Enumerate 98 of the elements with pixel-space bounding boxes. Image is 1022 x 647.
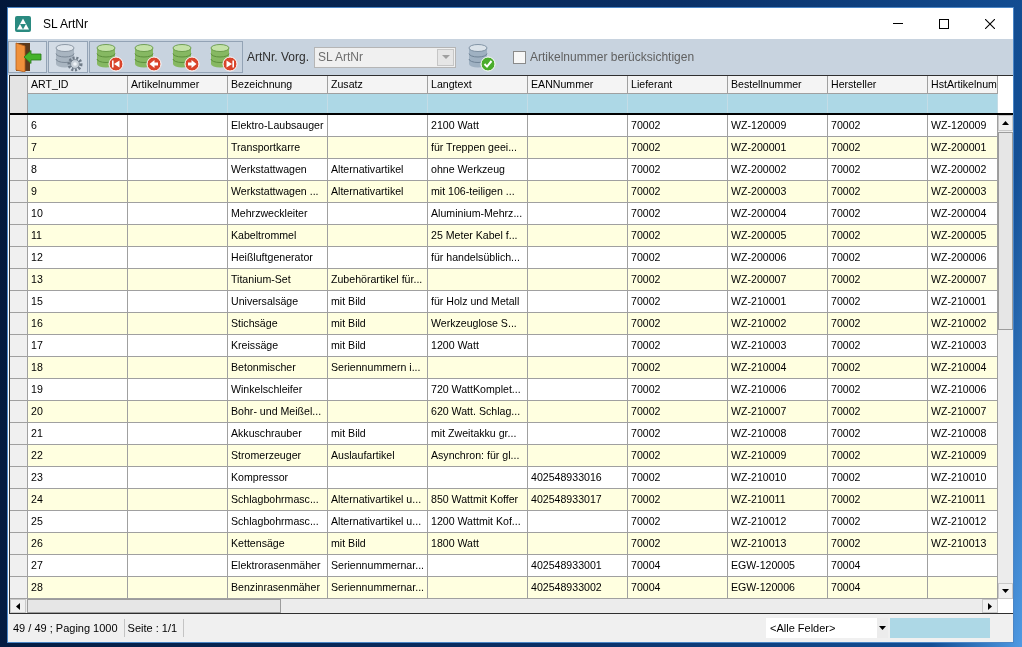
column-header[interactable]: EANNummer bbox=[528, 76, 628, 93]
column-header[interactable]: Langtext bbox=[428, 76, 528, 93]
database-gear-icon bbox=[53, 42, 83, 72]
row-header-cell[interactable] bbox=[10, 115, 28, 137]
filter-field[interactable] bbox=[828, 94, 928, 113]
scroll-right-button[interactable] bbox=[982, 599, 998, 613]
down-arrow-icon bbox=[1002, 589, 1009, 593]
row-header-cell[interactable] bbox=[10, 357, 28, 379]
table-row[interactable]: 8 Werkstattwagen Alternativartikel ohne Werkzeug 70002 WZ-200002 70002 WZ-200002 bbox=[10, 159, 998, 181]
database-left-arrow-icon[interactable] bbox=[132, 42, 162, 72]
filter-field[interactable] bbox=[628, 94, 728, 113]
filter-field[interactable] bbox=[128, 94, 228, 113]
caret-icon bbox=[879, 626, 886, 630]
column-header[interactable]: Hersteller bbox=[828, 76, 928, 93]
row-header-cell[interactable] bbox=[10, 203, 28, 225]
page-indicator: Seite : 1/1 bbox=[124, 619, 185, 637]
column-header[interactable]: HstArtikelnum bbox=[928, 76, 998, 93]
table-row[interactable]: 21 Akkuschrauber mit Bild mit Zweitakku gr... 70002 WZ-210008 70002 WZ-210008 bbox=[10, 423, 998, 445]
row-header-cell[interactable] bbox=[10, 379, 28, 401]
column-header[interactable]: Bezeichnung bbox=[228, 76, 328, 93]
exit-button[interactable] bbox=[8, 41, 47, 73]
table-row[interactable]: 9 Werkstattwagen ... Alternativartikel mit 106-teiligen ... 70002 WZ-200003 70002 WZ-200003 bbox=[10, 181, 998, 203]
row-header-cell[interactable] bbox=[10, 445, 28, 467]
row-header-cell[interactable] bbox=[10, 181, 28, 203]
row-header-cell[interactable] bbox=[10, 313, 28, 335]
row-header-cell[interactable] bbox=[10, 269, 28, 291]
table-row[interactable]: 19 Winkelschleifer 720 WattKomplet... 70002 WZ-210006 70002 WZ-210006 bbox=[10, 379, 998, 401]
up-arrow-icon bbox=[1002, 121, 1009, 125]
window-title: SL ArtNr bbox=[43, 16, 88, 31]
filter-field[interactable] bbox=[28, 94, 128, 113]
table-row[interactable]: 15 Universalsäge mit Bild für Holz und Metall 70002 WZ-210001 70002 WZ-210001 bbox=[10, 291, 998, 313]
table-row[interactable]: 22 Stromerzeuger Auslaufartikel Asynchron: für gl... 70002 WZ-210009 70002 WZ-210009 bbox=[10, 445, 998, 467]
left-arrow-icon bbox=[16, 602, 20, 610]
scrollbar-thumb[interactable] bbox=[27, 599, 281, 613]
table-row[interactable]: 24 Schlagbohrmasc... Alternativartikel u... 850 Wattmit Koffer 402548933017 70002 WZ-210011 70002 WZ-210011 bbox=[10, 489, 998, 511]
column-header[interactable]: Artikelnummer bbox=[128, 76, 228, 93]
row-header-cell[interactable] bbox=[10, 489, 28, 511]
table-row[interactable]: 11 Kabeltrommel 25 Meter Kabel f... 70002 WZ-200005 70002 WZ-200005 bbox=[10, 225, 998, 247]
table-row[interactable]: 7 Transportkarre für Treppen geei... 70002 WZ-200001 70002 WZ-200001 bbox=[10, 137, 998, 159]
record-count: 49 / 49 ; Paging 1000 bbox=[10, 619, 125, 637]
row-header-cell[interactable] bbox=[10, 577, 28, 599]
row-header-cell[interactable] bbox=[10, 555, 28, 577]
column-header[interactable]: Bestellnummer bbox=[728, 76, 828, 93]
caret-icon bbox=[441, 55, 450, 59]
row-header-cell[interactable] bbox=[10, 335, 28, 357]
table-row[interactable]: 26 Kettensäge mit Bild 1800 Watt 70002 WZ-210013 70002 WZ-210013 bbox=[10, 533, 998, 555]
row-header-cell[interactable] bbox=[10, 247, 28, 269]
row-header-cell[interactable] bbox=[10, 291, 28, 313]
table-row[interactable]: 28 Benzinrasenmäher Seriennummernar... 402548933002 70004 EGW-120006 70004 bbox=[10, 577, 998, 599]
database-skip-back-icon[interactable] bbox=[94, 42, 124, 72]
filter-field[interactable] bbox=[228, 94, 328, 113]
scrollbar-thumb[interactable] bbox=[998, 132, 1013, 330]
table-row[interactable]: 27 Elektrorasenmäher Seriennummernar... 402548933001 70004 EGW-120005 70004 bbox=[10, 555, 998, 577]
row-header-cell[interactable] bbox=[10, 511, 28, 533]
column-header[interactable]: Zusatz bbox=[328, 76, 428, 93]
table-row[interactable]: 20 Bohr- und Meißel... 620 Watt. Schlag... 70002 WZ-210007 70002 WZ-210007 bbox=[10, 401, 998, 423]
row-header-cell[interactable] bbox=[10, 401, 28, 423]
table-row[interactable]: 25 Schlagbohrmasc... Alternativartikel u... 1200 Wattmit Kof... 70002 WZ-210012 70002 WZ-210012 bbox=[10, 511, 998, 533]
filter-field[interactable] bbox=[928, 94, 998, 113]
table-row[interactable]: 12 Heißluftgenerator für handelsüblich... 70002 WZ-200006 70002 WZ-200006 bbox=[10, 247, 998, 269]
scroll-up-button[interactable] bbox=[998, 115, 1013, 131]
row-header-cell[interactable] bbox=[10, 137, 28, 159]
filter-field[interactable] bbox=[528, 94, 628, 113]
maximize-icon[interactable] bbox=[939, 18, 949, 29]
close-icon[interactable] bbox=[985, 18, 995, 29]
checkbox-label[interactable]: Artikelnummer berücksichtigen bbox=[530, 50, 695, 64]
scroll-down-button[interactable] bbox=[998, 583, 1013, 599]
right-arrow-icon bbox=[988, 602, 992, 610]
table-row[interactable]: 23 Kompressor 402548933016 70002 WZ-210010 70002 WZ-210010 bbox=[10, 467, 998, 489]
filter-field[interactable] bbox=[428, 94, 528, 113]
filter-field[interactable] bbox=[728, 94, 828, 113]
row-header-cell[interactable] bbox=[10, 533, 28, 555]
table-row[interactable]: 18 Betonmischer Seriennummern i... 70002 WZ-210004 70002 WZ-210004 bbox=[10, 357, 998, 379]
table-row[interactable]: 17 Kreissäge mit Bild 1200 Watt 70002 WZ-210003 70002 WZ-210003 bbox=[10, 335, 998, 357]
row-header-cell[interactable] bbox=[10, 159, 28, 181]
field-dropdown[interactable]: <Alle Felder> bbox=[766, 618, 888, 638]
checkbox[interactable] bbox=[513, 50, 527, 64]
field-label: ArtNr. Vorg. bbox=[247, 50, 310, 64]
database-check-icon[interactable] bbox=[466, 42, 497, 72]
app-icon bbox=[15, 15, 31, 32]
settings-button[interactable] bbox=[48, 41, 88, 73]
filter-field[interactable] bbox=[328, 94, 428, 113]
database-skip-forward-icon[interactable] bbox=[208, 42, 238, 72]
table-row[interactable]: 10 Mehrzweckleiter Aluminium-Mehrz... 70002 WZ-200004 70002 WZ-200004 bbox=[10, 203, 998, 225]
vertical-scrollbar[interactable] bbox=[998, 115, 1013, 599]
table-row[interactable]: 13 Titanium-Set Zubehörartikel für... 70002 WZ-200007 70002 WZ-200007 bbox=[10, 269, 998, 291]
scroll-left-button[interactable] bbox=[10, 599, 26, 613]
door-arrow-icon bbox=[13, 42, 42, 72]
column-header[interactable]: ART_ID bbox=[28, 76, 128, 93]
row-header-cell[interactable] bbox=[10, 225, 28, 247]
table-row[interactable]: 6 Elektro-Laubsauger 2100 Watt 70002 WZ-120009 70002 WZ-120009 bbox=[10, 115, 998, 137]
horizontal-scrollbar[interactable] bbox=[10, 599, 998, 613]
column-header[interactable]: Lieferant bbox=[628, 76, 728, 93]
database-right-arrow-icon[interactable] bbox=[170, 42, 200, 72]
row-header-cell[interactable] bbox=[10, 423, 28, 445]
table-row[interactable]: 16 Stichsäge mit Bild Werkzeuglose S... 70002 WZ-210002 70002 WZ-210002 bbox=[10, 313, 998, 335]
input-field[interactable] bbox=[890, 618, 990, 638]
row-header-cell[interactable] bbox=[10, 467, 28, 489]
